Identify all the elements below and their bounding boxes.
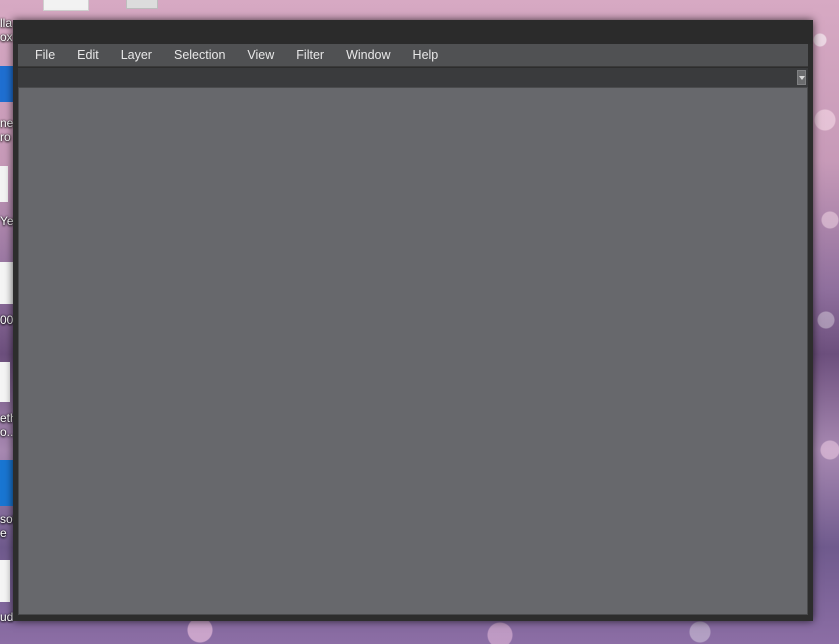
- desktop-icon-3[interactable]: [0, 262, 13, 304]
- tool-options-bar: [18, 68, 808, 87]
- desktop-icon-2[interactable]: [0, 166, 8, 202]
- app-window: File Edit Layer Selection View Filter Wi…: [13, 20, 813, 621]
- menu-file[interactable]: File: [24, 44, 66, 66]
- menu-layer[interactable]: Layer: [110, 44, 163, 66]
- chevron-down-icon[interactable]: [797, 70, 806, 85]
- menu-view[interactable]: View: [236, 44, 285, 66]
- canvas-area[interactable]: [18, 87, 808, 615]
- menubar: File Edit Layer Selection View Filter Wi…: [18, 44, 808, 67]
- menu-edit[interactable]: Edit: [66, 44, 110, 66]
- menu-selection[interactable]: Selection: [163, 44, 236, 66]
- desktop-icon-top-2[interactable]: [126, 0, 158, 9]
- menu-filter[interactable]: Filter: [285, 44, 335, 66]
- window-titlebar[interactable]: [13, 20, 813, 44]
- desktop-icon-1[interactable]: [0, 66, 13, 102]
- desktop-icon-top-1[interactable]: [43, 0, 89, 11]
- desktop-icon-6[interactable]: [0, 560, 10, 602]
- desktop-icon-4[interactable]: [0, 362, 10, 402]
- menu-window[interactable]: Window: [335, 44, 401, 66]
- desktop-icon-5[interactable]: [0, 460, 13, 506]
- menu-help[interactable]: Help: [402, 44, 450, 66]
